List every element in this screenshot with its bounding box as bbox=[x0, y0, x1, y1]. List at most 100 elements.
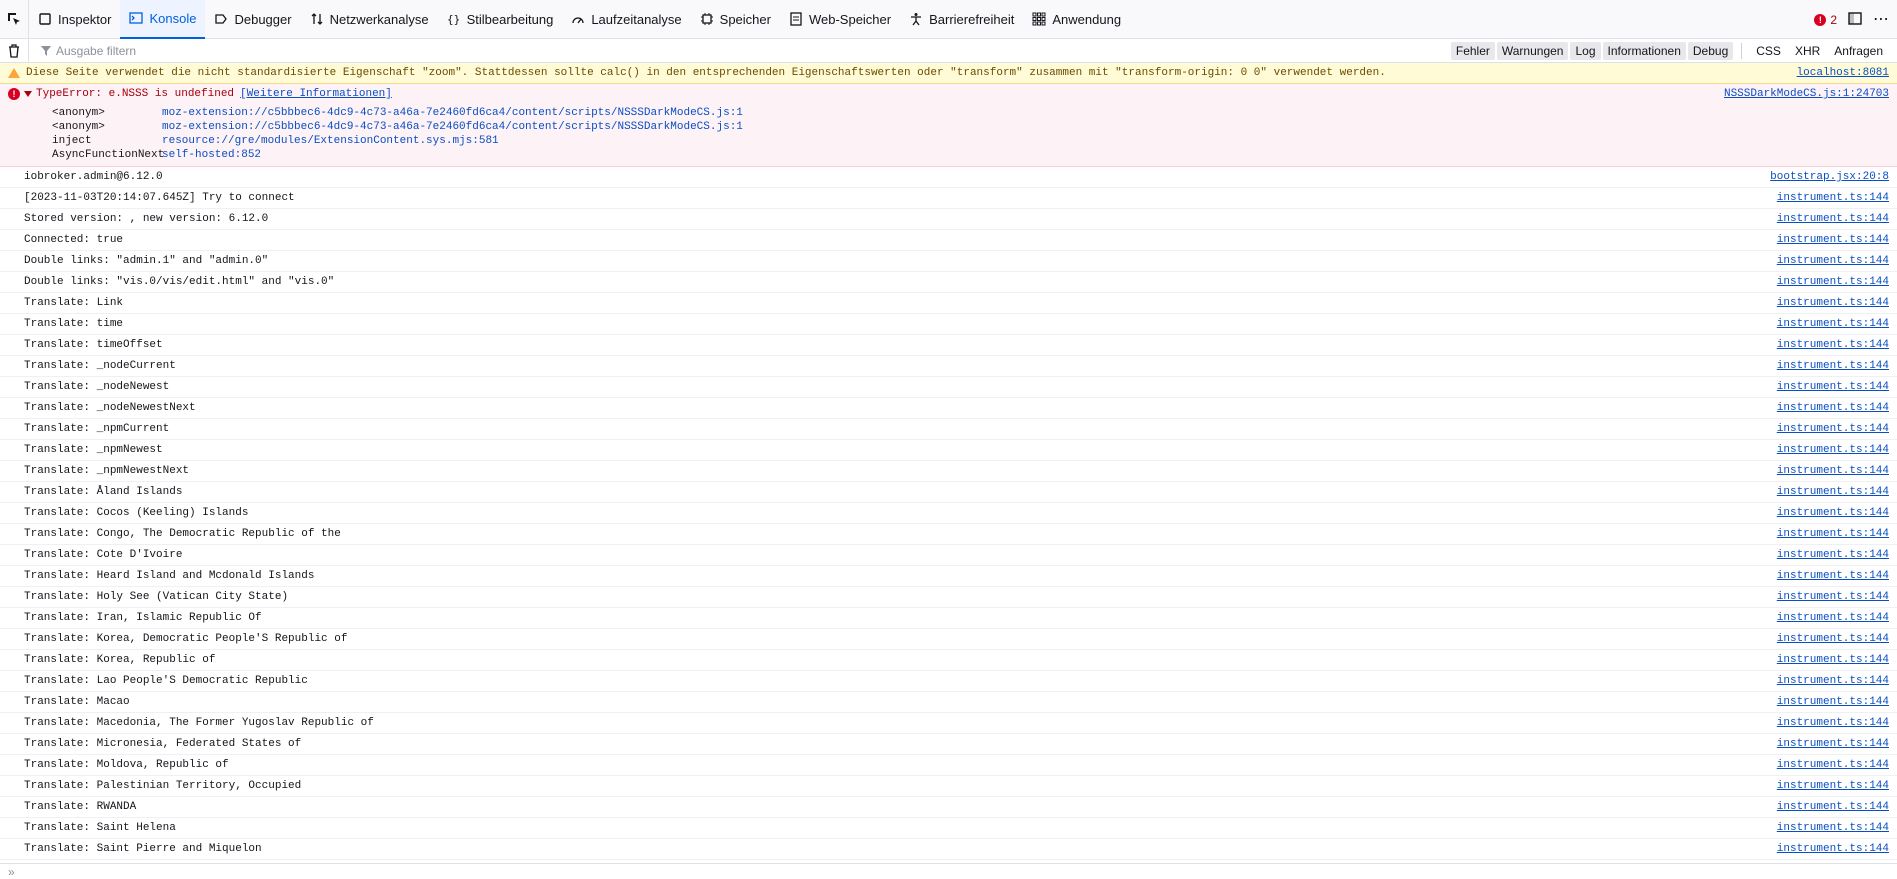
log-source-link[interactable]: instrument.ts:144 bbox=[1777, 213, 1889, 225]
clear-console-icon[interactable] bbox=[0, 43, 28, 58]
log-source-link[interactable]: instrument.ts:144 bbox=[1777, 339, 1889, 351]
tab-debugger[interactable]: Debugger bbox=[205, 0, 300, 39]
log-row: Translate: Macedonia, The Former Yugosla… bbox=[0, 713, 1897, 734]
stack-frame-location[interactable]: moz-extension://c5bbbec6-4dc9-4c73-a46a-… bbox=[162, 121, 743, 133]
console-output: Diese Seite verwendet die nicht standard… bbox=[0, 63, 1897, 860]
tab-label: Stilbearbeitung bbox=[466, 11, 554, 27]
log-source-link[interactable]: instrument.ts:144 bbox=[1777, 738, 1889, 750]
request-filter-xhr[interactable]: XHR bbox=[1789, 42, 1826, 60]
log-source-link[interactable]: instrument.ts:144 bbox=[1777, 297, 1889, 309]
devtools-toolbar: Inspektor Konsole Debugger Netzwerkanalyse {… bbox=[0, 0, 1897, 39]
log-text: Translate: Congo, The Democratic Republi… bbox=[24, 528, 341, 540]
log-source-link[interactable]: instrument.ts:144 bbox=[1777, 465, 1889, 477]
log-text: Translate: _npmNewestNext bbox=[24, 465, 190, 477]
error-source-link[interactable]: NSSSDarkModeCS.js:1:24703 bbox=[1724, 88, 1889, 100]
log-row: Translate: _nodeNewest instrument.ts:144 bbox=[0, 377, 1897, 398]
log-source-link[interactable]: instrument.ts:144 bbox=[1777, 549, 1889, 561]
warning-source-link[interactable]: localhost:8081 bbox=[1797, 67, 1889, 79]
log-source-link[interactable]: instrument.ts:144 bbox=[1777, 759, 1889, 771]
log-source-link[interactable]: instrument.ts:144 bbox=[1777, 255, 1889, 267]
log-source-link[interactable]: instrument.ts:144 bbox=[1777, 843, 1889, 855]
tab-netzwerkanalyse[interactable]: Netzwerkanalyse bbox=[301, 0, 438, 39]
log-source-link[interactable]: instrument.ts:144 bbox=[1777, 822, 1889, 834]
request-filter-css[interactable]: CSS bbox=[1750, 42, 1787, 60]
more-info-link[interactable]: [Weitere Informationen] bbox=[240, 88, 392, 100]
tab-barrierefreiheit[interactable]: Barrierefreiheit bbox=[900, 0, 1023, 39]
log-row: Translate: Cocos (Keeling) Islands instru… bbox=[0, 503, 1897, 524]
application-icon bbox=[1032, 12, 1046, 26]
log-source-link[interactable]: instrument.ts:144 bbox=[1777, 360, 1889, 372]
tab-label: Speicher bbox=[719, 11, 771, 27]
error-count-badge[interactable]: ! 2 bbox=[1814, 13, 1837, 27]
stack-frame-function: AsyncFunctionNext bbox=[52, 149, 165, 161]
stack-frame-location[interactable]: moz-extension://c5bbbec6-4dc9-4c73-a46a-… bbox=[162, 107, 743, 119]
log-text: Translate: _nodeNewest bbox=[24, 381, 170, 393]
log-source-link[interactable]: instrument.ts:144 bbox=[1777, 318, 1889, 330]
log-source-link[interactable]: instrument.ts:144 bbox=[1777, 717, 1889, 729]
log-source-link[interactable]: instrument.ts:144 bbox=[1777, 780, 1889, 792]
log-text: Connected: true bbox=[24, 234, 124, 246]
tab-inspektor[interactable]: Inspektor bbox=[29, 0, 120, 39]
error-text: TypeError: e.NSSS is undefined bbox=[36, 88, 235, 100]
log-row: Double links: "vis.0/vis/edit.html" and … bbox=[0, 272, 1897, 293]
warning-text: Diese Seite verwendet die nicht standard… bbox=[26, 67, 1386, 79]
log-source-link[interactable]: instrument.ts:144 bbox=[1777, 486, 1889, 498]
filter-input[interactable]: Ausgabe filtern bbox=[28, 38, 136, 63]
log-source-link[interactable]: instrument.ts:144 bbox=[1777, 234, 1889, 246]
expand-triangle-icon[interactable] bbox=[24, 91, 32, 97]
log-source-link[interactable]: instrument.ts:144 bbox=[1777, 591, 1889, 603]
separator bbox=[1741, 43, 1743, 59]
log-text: Double links: "vis.0/vis/edit.html" and … bbox=[24, 276, 335, 288]
tab-web-speicher[interactable]: Web-Speicher bbox=[780, 0, 900, 39]
tab-anwendung[interactable]: Anwendung bbox=[1023, 0, 1130, 39]
error-icon: ! bbox=[8, 88, 20, 100]
request-filter-anfragen[interactable]: Anfragen bbox=[1828, 42, 1889, 60]
log-source-link[interactable]: instrument.ts:144 bbox=[1777, 570, 1889, 582]
tab-speicher[interactable]: Speicher bbox=[691, 0, 780, 39]
stack-frame-location[interactable]: self-hosted:852 bbox=[162, 149, 261, 161]
log-source-link[interactable]: instrument.ts:144 bbox=[1777, 423, 1889, 435]
inspector-icon bbox=[38, 12, 52, 26]
log-source-link[interactable]: instrument.ts:144 bbox=[1777, 654, 1889, 666]
log-source-link[interactable]: bootstrap.jsx:20:8 bbox=[1770, 171, 1889, 183]
error-message: ! TypeError: e.NSSS is undefined [Weiter… bbox=[0, 84, 1897, 167]
element-picker-icon[interactable] bbox=[0, 0, 29, 39]
log-source-link[interactable]: instrument.ts:144 bbox=[1777, 696, 1889, 708]
log-source-link[interactable]: instrument.ts:144 bbox=[1777, 633, 1889, 645]
log-text: Translate: Micronesia, Federated States … bbox=[24, 738, 302, 750]
stack-frame-location[interactable]: resource://gre/modules/ExtensionContent.… bbox=[162, 135, 499, 147]
log-source-link[interactable]: instrument.ts:144 bbox=[1777, 507, 1889, 519]
tab-konsole[interactable]: Konsole bbox=[120, 0, 206, 39]
filter-button-warnungen[interactable]: Warnungen bbox=[1496, 42, 1569, 60]
filter-button-fehler[interactable]: Fehler bbox=[1450, 42, 1495, 60]
log-source-link[interactable]: instrument.ts:144 bbox=[1777, 612, 1889, 624]
log-source-link[interactable]: instrument.ts:144 bbox=[1777, 801, 1889, 813]
log-text: Translate: Saint Pierre and Miquelon bbox=[24, 843, 262, 855]
log-text: Translate: Link bbox=[24, 297, 124, 309]
filter-button-debug[interactable]: Debug bbox=[1687, 42, 1734, 60]
log-row: Translate: Moldova, Republic of instrumen… bbox=[0, 755, 1897, 776]
log-source-link[interactable]: instrument.ts:144 bbox=[1777, 402, 1889, 414]
log-text: Translate: timeOffset bbox=[24, 339, 163, 351]
console-input[interactable]: » bbox=[0, 863, 1897, 879]
log-row: Translate: Congo, The Democratic Republi… bbox=[0, 524, 1897, 545]
dock-icon[interactable] bbox=[1847, 10, 1863, 29]
stack-frame: AsyncFunctionNext self-hosted:852 bbox=[0, 148, 1897, 162]
log-text: Translate: Iran, Islamic Republic Of bbox=[24, 612, 262, 624]
log-row: Translate: Macao instrument.ts:144 bbox=[0, 692, 1897, 713]
more-options-icon[interactable]: ⋯ bbox=[1873, 11, 1889, 27]
log-source-link[interactable]: instrument.ts:144 bbox=[1777, 444, 1889, 456]
filter-button-informationen[interactable]: Informationen bbox=[1602, 42, 1686, 60]
log-row: Translate: _npmCurrent instrument.ts:144 bbox=[0, 419, 1897, 440]
filter-button-log[interactable]: Log bbox=[1570, 42, 1601, 60]
log-source-link[interactable]: instrument.ts:144 bbox=[1777, 276, 1889, 288]
log-source-link[interactable]: instrument.ts:144 bbox=[1777, 528, 1889, 540]
stack-frame: inject resource://gre/modules/ExtensionCo… bbox=[0, 134, 1897, 148]
log-source-link[interactable]: instrument.ts:144 bbox=[1777, 675, 1889, 687]
tab-laufzeitanalyse[interactable]: Laufzeitanalyse bbox=[562, 0, 690, 39]
filter-bar: Ausgabe filtern Fehler Warnungen Log Inform… bbox=[0, 38, 1897, 63]
log-row: Translate: Cote D'Ivoire instrument.ts:14… bbox=[0, 545, 1897, 566]
log-source-link[interactable]: instrument.ts:144 bbox=[1777, 192, 1889, 204]
log-source-link[interactable]: instrument.ts:144 bbox=[1777, 381, 1889, 393]
tab-stilbearbeitung[interactable]: {} Stilbearbeitung bbox=[438, 0, 563, 39]
